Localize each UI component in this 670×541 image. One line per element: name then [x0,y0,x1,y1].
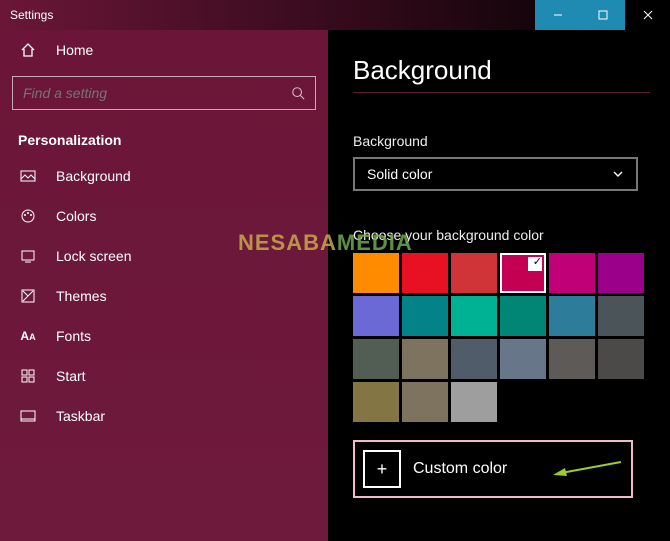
color-swatch[interactable] [353,382,399,422]
sidebar-item-colors[interactable]: Colors [10,196,318,236]
background-field-label: Background [353,133,650,149]
color-swatch[interactable] [500,339,546,379]
color-swatch[interactable] [549,296,595,336]
color-swatch[interactable] [402,382,448,422]
color-swatch[interactable] [598,296,644,336]
palette-icon [18,208,38,224]
sidebar-item-label: Lock screen [56,248,131,264]
choose-color-label: Choose your background color [353,227,650,243]
color-swatch[interactable] [598,253,644,293]
maximize-button[interactable] [580,0,625,30]
close-icon [643,10,653,20]
custom-color-button[interactable]: + Custom color [353,440,633,498]
background-dropdown[interactable]: Solid color [353,157,638,191]
color-swatch[interactable] [598,339,644,379]
sidebar-category: Personalization [10,122,318,156]
dropdown-value: Solid color [367,166,432,182]
sidebar-item-label: Start [56,368,86,384]
themes-icon [18,288,38,304]
color-swatches [353,253,647,422]
fonts-icon: AA [18,329,38,343]
titlebar: Settings [0,0,670,30]
color-swatch[interactable] [402,339,448,379]
content: Home Personalization Background Colors L… [0,30,670,541]
sidebar-item-label: Taskbar [56,408,105,424]
sidebar-item-background[interactable]: Background [10,156,318,196]
sidebar: Home Personalization Background Colors L… [0,30,328,541]
sidebar-item-label: Fonts [56,328,91,344]
annotation-arrow [553,459,623,479]
color-swatch[interactable] [451,296,497,336]
sidebar-item-themes[interactable]: Themes [10,276,318,316]
lockscreen-icon [18,248,38,264]
titlebar-label: Settings [10,8,53,22]
minimize-icon [553,10,563,20]
minimize-button[interactable] [535,0,580,30]
sidebar-item-home[interactable]: Home [10,30,318,70]
sidebar-item-fonts[interactable]: AA Fonts [10,316,318,356]
main-panel: Background Background Solid color Choose… [328,30,670,541]
sidebar-item-label: Colors [56,208,96,224]
search-icon [291,86,305,100]
color-swatch[interactable] [402,253,448,293]
sidebar-item-lockscreen[interactable]: Lock screen [10,236,318,276]
color-swatch[interactable] [500,253,546,293]
color-swatch[interactable] [353,296,399,336]
color-swatch[interactable] [451,382,497,422]
sidebar-item-label: Background [56,168,131,184]
sidebar-item-start[interactable]: Start [10,356,318,396]
search-box[interactable] [12,76,316,110]
picture-icon [18,168,38,184]
custom-color-label: Custom color [413,460,507,478]
color-swatch[interactable] [549,339,595,379]
page-title: Background [353,55,650,86]
maximize-icon [598,10,608,20]
color-swatch[interactable] [451,339,497,379]
search-input[interactable] [23,85,291,101]
plus-icon: + [363,450,401,488]
home-icon [18,42,38,58]
sidebar-item-label: Themes [56,288,107,304]
color-swatch[interactable] [353,339,399,379]
title-divider [353,92,650,93]
color-swatch[interactable] [353,253,399,293]
start-icon [18,368,38,384]
color-swatch[interactable] [549,253,595,293]
sidebar-item-label: Home [56,42,93,58]
sidebar-item-taskbar[interactable]: Taskbar [10,396,318,436]
taskbar-icon [18,408,38,424]
close-button[interactable] [625,0,670,30]
chevron-down-icon [612,168,624,180]
color-swatch[interactable] [402,296,448,336]
color-section: Choose your background color + Custom co… [353,227,650,498]
color-swatch[interactable] [500,296,546,336]
color-swatch[interactable] [451,253,497,293]
